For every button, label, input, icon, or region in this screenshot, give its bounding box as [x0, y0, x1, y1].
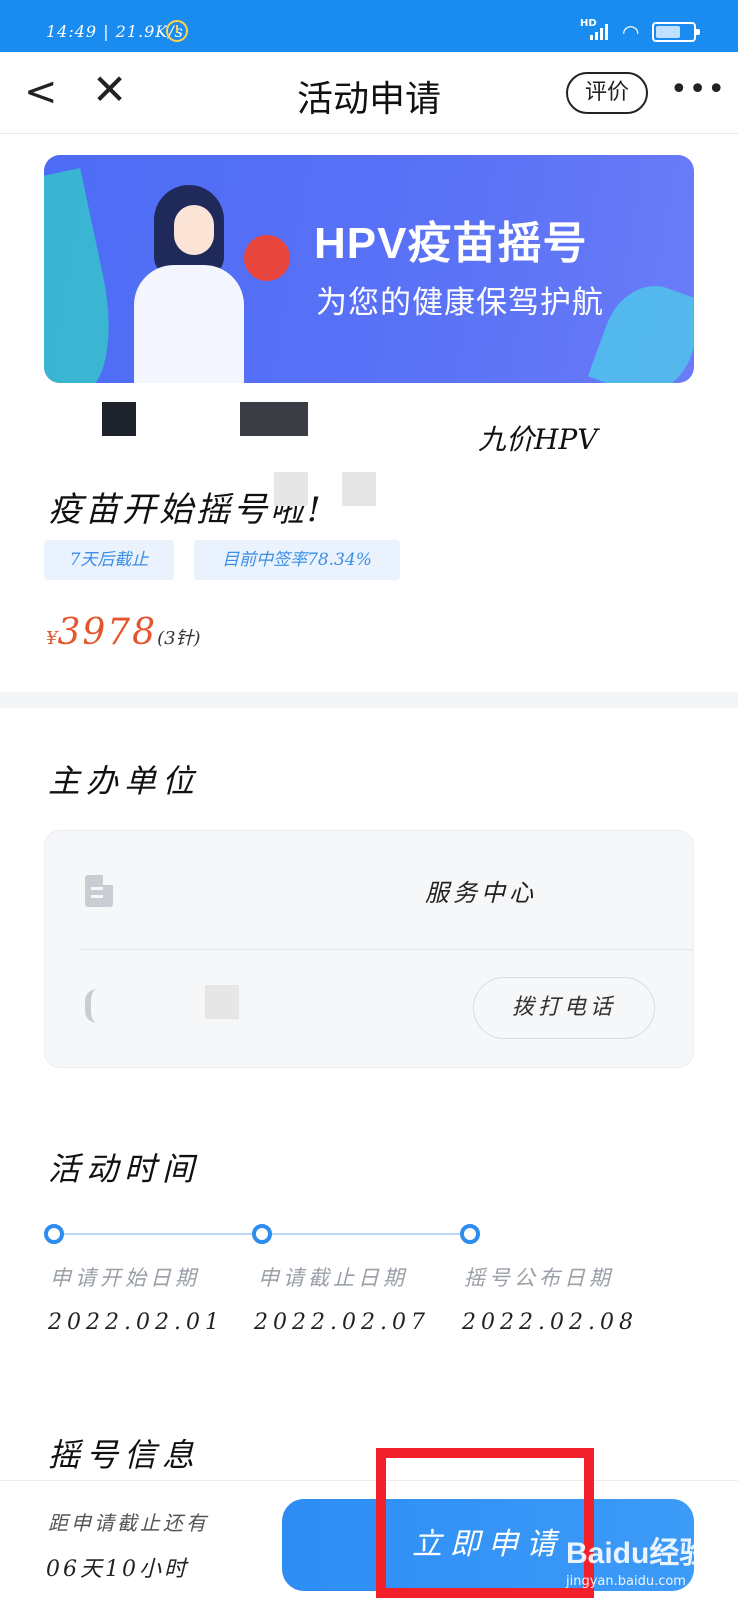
timeline-label: 申请开始日期: [50, 1266, 200, 1290]
redaction-mask: [205, 985, 239, 1019]
highlight-annotation: [376, 1448, 594, 1598]
promo-banner: HPV疫苗摇号 为您的健康保驾护航: [44, 155, 694, 383]
price-value: 3978: [57, 612, 158, 653]
battery-icon: [652, 22, 700, 42]
status-time: 14:49 | 21.9K/s: [46, 22, 184, 41]
rate-button[interactable]: 评价: [566, 72, 648, 114]
redaction-mask: [240, 402, 308, 436]
wifi-icon: ◠: [622, 20, 640, 44]
baidu-watermark: Baidu经验 jingyan.baidu.com: [566, 1524, 726, 1594]
timeline-label: 摇号公布日期: [464, 1266, 614, 1290]
banner-headline: HPV疫苗摇号: [314, 219, 588, 268]
phone-icon: [85, 989, 109, 1023]
countdown-label: 距申请截止还有: [48, 1511, 209, 1535]
timeline-dot: [252, 1224, 272, 1244]
timeline-dot: [44, 1224, 64, 1244]
banner-subline: 为您的健康保驾护航: [316, 285, 604, 320]
activity-title-line1: 九价HPV: [478, 423, 598, 456]
watermark-main: Baidu经验: [566, 1537, 710, 1570]
organizer-name: 服务中心: [425, 879, 537, 907]
organizer-section-title: 主办单位: [48, 762, 201, 800]
countdown-value: 06天10小时: [46, 1557, 189, 1582]
status-bar: 14:49 | 21.9K/s HD ◠: [0, 0, 738, 52]
deadline-tag: 7天后截止: [44, 540, 174, 580]
doctor-illustration: [114, 175, 290, 383]
timeline-date: 2022.02.08: [462, 1310, 638, 1335]
timeline-label: 申请截止日期: [258, 1266, 408, 1290]
lottery-info-section-title: 摇号信息: [48, 1436, 201, 1474]
section-divider: [0, 692, 738, 708]
document-icon: [85, 875, 113, 907]
call-button[interactable]: 拨打电话: [473, 977, 655, 1039]
redaction-mask: [342, 472, 376, 506]
redaction-mask: [274, 472, 308, 506]
timeline-date: 2022.02.01: [48, 1310, 224, 1335]
more-icon[interactable]: •••: [670, 72, 726, 107]
success-rate-tag: 目前中签率78.34%: [194, 540, 400, 580]
alarm-icon: [166, 20, 188, 42]
signal-icon: [590, 24, 610, 40]
timeline-dot: [460, 1224, 480, 1244]
activity-time-section-title: 活动时间: [48, 1150, 201, 1188]
price-symbol: ¥: [46, 628, 58, 649]
price: ¥3978(3针): [46, 612, 201, 653]
watermark-sub: jingyan.baidu.com: [566, 1574, 686, 1589]
price-unit: (3针): [157, 628, 201, 649]
redaction-mask: [102, 402, 136, 436]
organizer-card: 服务中心 拨打电话: [44, 830, 694, 1068]
timeline-date: 2022.02.07: [254, 1310, 430, 1335]
nav-bar: < ✕ 活动申请 评价 •••: [0, 52, 738, 134]
card-divider: [81, 949, 693, 950]
